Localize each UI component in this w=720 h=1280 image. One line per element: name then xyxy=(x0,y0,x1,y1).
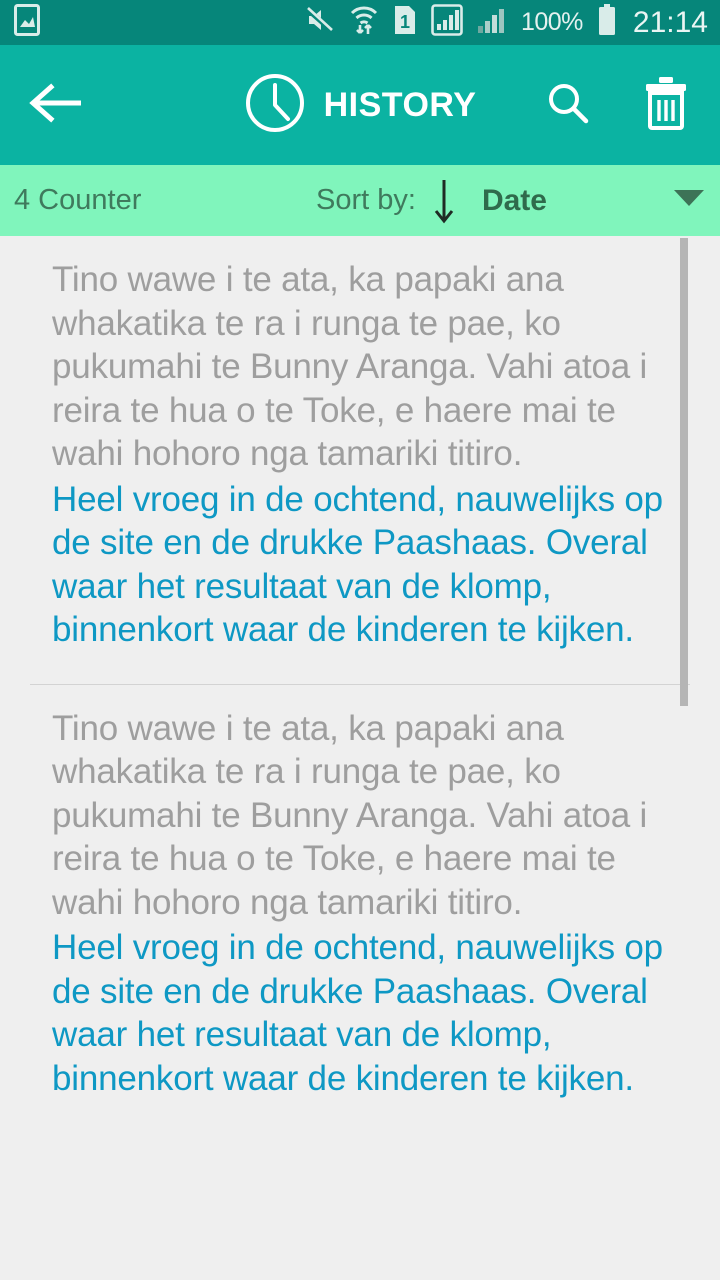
sort-by-label: Sort by: xyxy=(316,184,416,216)
mute-icon xyxy=(305,5,335,40)
app-bar: HISTORY xyxy=(0,45,720,165)
sim-1-icon: 1 xyxy=(393,4,417,41)
status-bar-right: 1 100% 21:14 xyxy=(305,4,708,41)
counter-label: 4 Counter xyxy=(14,184,142,216)
status-bar: 1 100% 21:14 xyxy=(0,0,720,45)
back-arrow-icon xyxy=(29,82,85,128)
svg-text:1: 1 xyxy=(400,12,410,32)
target-text: Heel vroeg in de ochtend, nauwelijks op … xyxy=(52,479,663,650)
search-icon xyxy=(545,80,591,131)
wifi-transfer-icon xyxy=(349,4,379,41)
app-bar-actions xyxy=(540,76,694,135)
search-button[interactable] xyxy=(540,77,596,133)
clock-icon xyxy=(244,72,306,139)
list-item[interactable]: Tino wawe i te ata, ka papaki ana whakat… xyxy=(0,236,720,652)
source-text: Tino wawe i te ata, ka papaki ana whakat… xyxy=(52,260,648,473)
back-button[interactable] xyxy=(26,74,88,136)
signal-1-icon xyxy=(431,4,463,41)
target-text: Heel vroeg in de ochtend, nauwelijks op … xyxy=(52,928,663,1098)
arrow-down-icon[interactable] xyxy=(428,177,460,225)
sort-dropdown-button[interactable] xyxy=(672,184,706,218)
trash-icon xyxy=(643,76,689,135)
image-gallery-icon xyxy=(14,4,40,41)
page-title: HISTORY xyxy=(323,85,477,124)
caret-down-icon xyxy=(673,188,705,213)
history-list[interactable]: Tino wawe i te ata, ka papaki ana whakat… xyxy=(0,236,720,1280)
battery-full-icon xyxy=(597,4,617,41)
status-bar-left xyxy=(14,4,40,41)
list-item[interactable]: Tino wawe i te ata, ka papaki ana whakat… xyxy=(0,685,720,1101)
source-text: Tino wawe i te ata, ka papaki ana whakat… xyxy=(52,708,648,922)
signal-2-icon xyxy=(477,4,507,41)
sort-bar: 4 Counter Sort by: Date xyxy=(0,165,720,236)
sort-control[interactable]: Sort by: Date xyxy=(316,177,547,225)
status-clock: 21:14 xyxy=(632,5,708,39)
battery-percent-label: 100% xyxy=(520,8,583,36)
sort-value-label: Date xyxy=(481,183,547,217)
delete-all-button[interactable] xyxy=(638,76,694,135)
